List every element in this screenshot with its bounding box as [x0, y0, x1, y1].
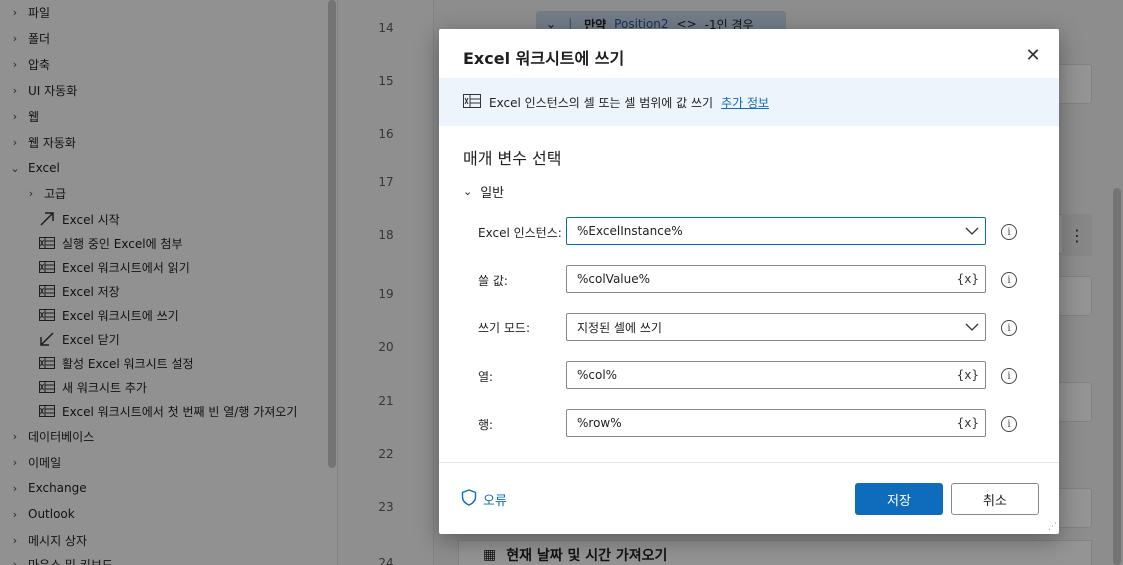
variable-picker-icon[interactable]: {x} — [957, 362, 979, 388]
group-label: 일반 — [480, 186, 505, 201]
info-icon[interactable]: i — [1001, 368, 1017, 384]
section-title: 매개 변수 선택 — [463, 149, 562, 168]
write-mode-label: 쓰기 모드: — [478, 321, 531, 335]
excel-instance-select[interactable]: %ExcelInstance% — [566, 217, 986, 245]
row-value: %row% — [577, 416, 622, 430]
info-text: Excel 인스턴스의 셀 또는 셀 범위에 값 쓰기 — [489, 95, 714, 110]
errors-link[interactable]: 오류 — [461, 489, 507, 510]
more-info-link[interactable]: 추가 정보 — [721, 94, 769, 111]
write-to-excel-dialog: Excel 워크시트에 쓰기 ✕ Excel 인스턴스의 셀 또는 셀 범위에 … — [439, 29, 1059, 534]
info-icon[interactable]: i — [1001, 224, 1017, 240]
close-icon[interactable]: ✕ — [1021, 43, 1045, 67]
excel-instance-label: Excel 인스턴스: — [478, 226, 562, 240]
variable-picker-icon[interactable]: {x} — [957, 410, 979, 436]
value-to-write-value: %colValue% — [577, 272, 651, 286]
errors-label: 오류 — [483, 494, 507, 509]
cancel-button[interactable]: 취소 — [951, 483, 1039, 515]
row-label: 행: — [478, 418, 494, 432]
write-mode-select[interactable]: 지정된 셀에 쓰기 — [566, 313, 986, 341]
chevron-down-icon: ⌄ — [463, 185, 473, 198]
info-icon[interactable]: i — [1001, 320, 1017, 336]
column-input[interactable]: %col% {x} — [566, 361, 986, 389]
footer-divider — [439, 462, 1059, 463]
variable-picker-icon[interactable]: {x} — [957, 266, 979, 292]
dialog-title: Excel 워크시트에 쓰기 — [463, 49, 625, 68]
chevron-down-icon — [965, 314, 979, 340]
value-to-write-input[interactable]: %colValue% {x} — [566, 265, 986, 293]
info-bar: Excel 인스턴스의 셀 또는 셀 범위에 값 쓰기 추가 정보 — [439, 78, 1059, 126]
write-mode-value: 지정된 셀에 쓰기 — [577, 320, 662, 335]
excel-sheet-icon — [463, 93, 481, 111]
info-icon[interactable]: i — [1001, 416, 1017, 432]
shield-icon — [461, 489, 477, 510]
resize-grip-icon[interactable]: ⋰ — [1047, 522, 1057, 532]
save-button[interactable]: 저장 — [855, 483, 943, 515]
row-input[interactable]: %row% {x} — [566, 409, 986, 437]
column-label: 열: — [478, 370, 494, 384]
value-to-write-label: 쓸 값: — [478, 274, 508, 288]
excel-instance-value: %ExcelInstance% — [577, 224, 683, 238]
general-group-toggle[interactable]: ⌄ 일반 — [463, 182, 504, 201]
column-value: %col% — [577, 368, 618, 382]
info-icon[interactable]: i — [1001, 272, 1017, 288]
chevron-down-icon — [965, 218, 979, 244]
